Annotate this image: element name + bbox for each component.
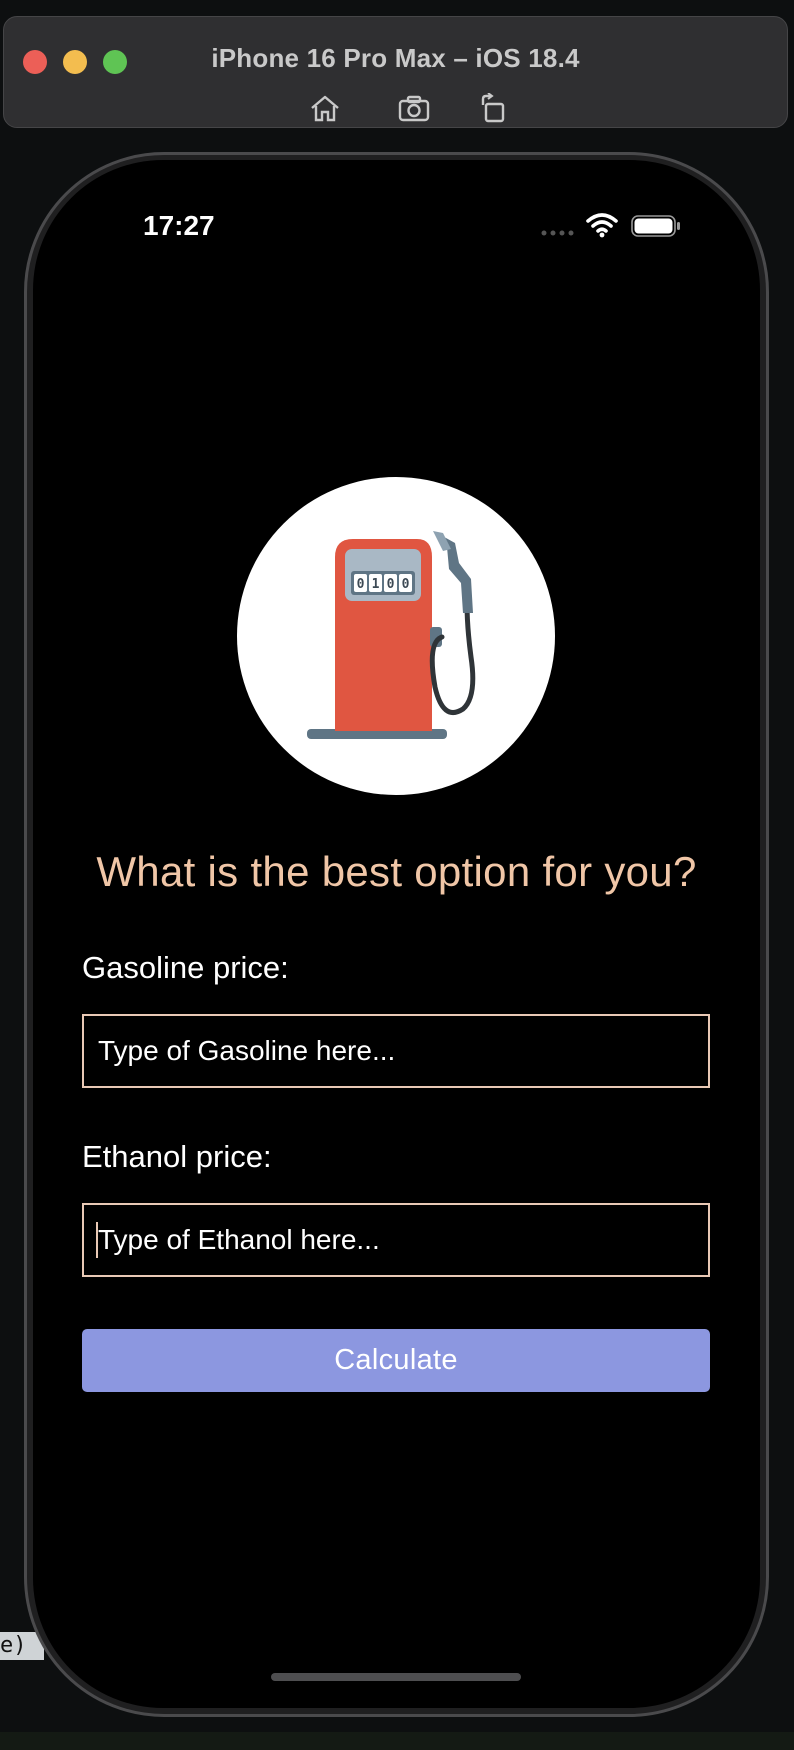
home-icon[interactable] bbox=[308, 93, 342, 123]
text-cursor bbox=[96, 1222, 98, 1258]
cellular-dots-icon bbox=[541, 230, 574, 236]
calculate-button[interactable]: Calculate bbox=[82, 1329, 710, 1392]
fuel-pump-icon: 0 1 0 0 bbox=[307, 531, 476, 739]
ethanol-price-label: Ethanol price: bbox=[82, 1139, 272, 1174]
simulator-titlebar: iPhone 16 Pro Max – iOS 18.4 bbox=[3, 16, 788, 128]
app-logo: 0 1 0 0 bbox=[237, 477, 555, 795]
battery-icon bbox=[631, 215, 680, 237]
rotate-icon[interactable] bbox=[477, 93, 511, 123]
pump-digit-1: 0 bbox=[357, 577, 365, 592]
home-indicator[interactable] bbox=[271, 1673, 521, 1681]
pump-digit-3: 0 bbox=[387, 577, 395, 592]
phone-screen: 17:27 0 1 0 0 What is the best option fo… bbox=[33, 160, 760, 1708]
ethanol-price-input[interactable] bbox=[82, 1203, 710, 1277]
desktop-strip bbox=[0, 1732, 794, 1750]
gasoline-price-label: Gasoline price: bbox=[82, 950, 289, 985]
simulator-title: iPhone 16 Pro Max – iOS 18.4 bbox=[211, 43, 580, 73]
page-headline: What is the best option for you? bbox=[96, 848, 697, 895]
screenshot-icon[interactable] bbox=[397, 93, 431, 123]
gasoline-price-input[interactable] bbox=[82, 1014, 710, 1088]
status-time: 17:27 bbox=[143, 210, 215, 241]
pump-digit-2: 1 bbox=[372, 577, 380, 592]
wifi-icon bbox=[586, 213, 618, 238]
pump-digit-4: 0 bbox=[402, 577, 410, 592]
